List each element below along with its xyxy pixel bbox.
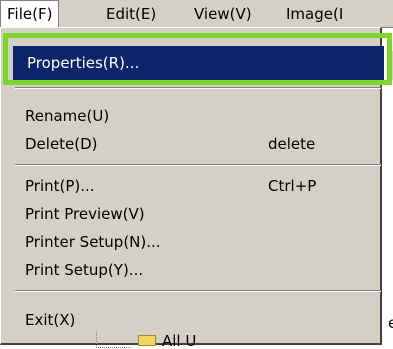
menu-item-label: Print(P)...	[25, 177, 95, 195]
background-toolbar-button[interactable]	[388, 51, 393, 80]
menu-file[interactable]: File(F)	[0, 0, 60, 28]
menu-item-printer-setup[interactable]: Printer Setup(N)...	[25, 233, 380, 251]
menu-item-properties-selected[interactable]: Properties(R)...	[13, 46, 384, 81]
screenshot-stage: File(F) Edit(E) View(V) Image(I Properti…	[0, 0, 393, 349]
menu-bar: File(F) Edit(E) View(V) Image(I	[0, 0, 393, 28]
menu-item-label: Print Preview(V)	[25, 205, 145, 223]
menu-item-print-preview[interactable]: Print Preview(V)	[25, 205, 380, 223]
menu-separator	[15, 164, 381, 166]
menu-image[interactable]: Image(I	[286, 0, 343, 28]
menu-edit[interactable]: Edit(E)	[106, 0, 156, 28]
menu-item-print[interactable]: Print(P)... Ctrl+P	[25, 177, 380, 195]
menu-separator	[15, 290, 381, 292]
file-dropdown-menu: Properties(R)... Rename(U) Delete(D) del…	[0, 27, 384, 345]
menu-item-delete[interactable]: Delete(D) delete	[25, 135, 380, 153]
menu-item-exit[interactable]: Exit(X)	[25, 311, 380, 329]
menu-item-rename[interactable]: Rename(U)	[25, 107, 380, 125]
menu-item-shortcut: delete	[268, 135, 316, 153]
tree-item-label: All U	[162, 332, 197, 349]
background-clipped-text: etl	[388, 314, 393, 332]
tree-connector-line	[96, 331, 131, 348]
background-tree-area: All U	[0, 331, 393, 349]
menu-item-label: Exit(X)	[25, 311, 76, 329]
menu-separator	[15, 87, 381, 89]
menu-item-shortcut: Ctrl+P	[268, 177, 317, 195]
menu-item-print-setup[interactable]: Print Setup(Y)...	[25, 261, 380, 279]
menu-item-label: Delete(D)	[25, 135, 98, 153]
menu-item-label: Print Setup(Y)...	[25, 261, 144, 279]
menu-item-label: Rename(U)	[25, 107, 110, 125]
menu-item-label: Printer Setup(N)...	[25, 233, 161, 251]
menu-item-label: Properties(R)...	[27, 54, 140, 72]
menu-view[interactable]: View(V)	[194, 0, 252, 28]
folder-icon	[138, 335, 156, 346]
